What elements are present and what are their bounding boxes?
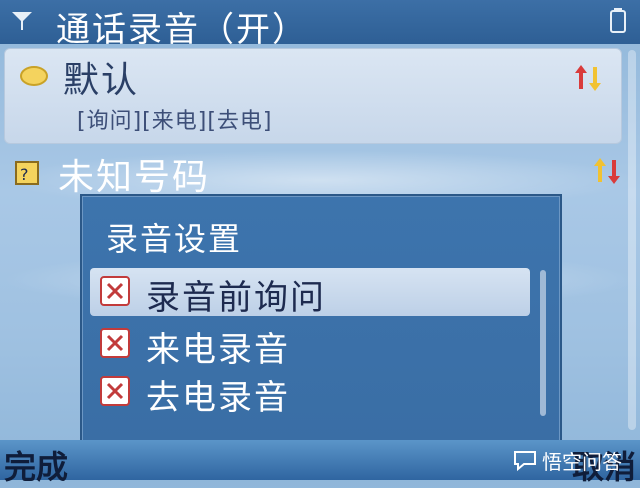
checkbox-icon[interactable] bbox=[100, 376, 130, 406]
sort-arrows-icon bbox=[575, 65, 601, 91]
battery-icon bbox=[610, 8, 626, 33]
option-outgoing-recording[interactable]: 去电录音 bbox=[90, 368, 530, 418]
done-button[interactable]: 完成 bbox=[4, 442, 68, 488]
option-ask-before-recording[interactable]: 录音前询问 bbox=[90, 268, 530, 318]
item-subtitle: [询问][来电][去电] bbox=[77, 109, 273, 134]
watermark-text: 悟空问答 bbox=[542, 450, 622, 474]
title-bar: 通话录音（开） bbox=[0, 0, 640, 50]
option-incoming-recording[interactable]: 来电录音 bbox=[90, 320, 530, 370]
dialog-title: 录音设置 bbox=[106, 220, 243, 258]
option-label: 来电录音 bbox=[146, 330, 290, 370]
item-title: 默认 bbox=[63, 60, 140, 101]
page-title: 通话录音（开） bbox=[56, 10, 308, 50]
dialog-scrollbar[interactable] bbox=[540, 270, 546, 416]
speech-bubble-icon bbox=[514, 451, 536, 472]
list-item-default[interactable]: 默认 [询问][来电][去电] bbox=[4, 48, 622, 144]
svg-text:?: ? bbox=[20, 165, 29, 184]
checkbox-icon[interactable] bbox=[100, 276, 130, 306]
option-label: 录音前询问 bbox=[146, 278, 326, 318]
recording-settings-dialog: 录音设置 录音前询问 来电录音 去电录音 bbox=[80, 194, 562, 444]
contact-unknown-icon: ? bbox=[15, 161, 39, 185]
profile-icon bbox=[20, 66, 48, 86]
signal-icon bbox=[12, 12, 32, 30]
checkbox-icon[interactable] bbox=[100, 328, 130, 358]
list-item-unknown-number[interactable]: ? 未知号码 bbox=[0, 148, 640, 198]
list-scrollbar[interactable] bbox=[628, 50, 636, 430]
watermark: 悟空问答 bbox=[512, 446, 630, 474]
sort-arrows-icon bbox=[594, 158, 620, 184]
option-label: 去电录音 bbox=[146, 378, 290, 418]
item-title: 未知号码 bbox=[58, 157, 211, 198]
